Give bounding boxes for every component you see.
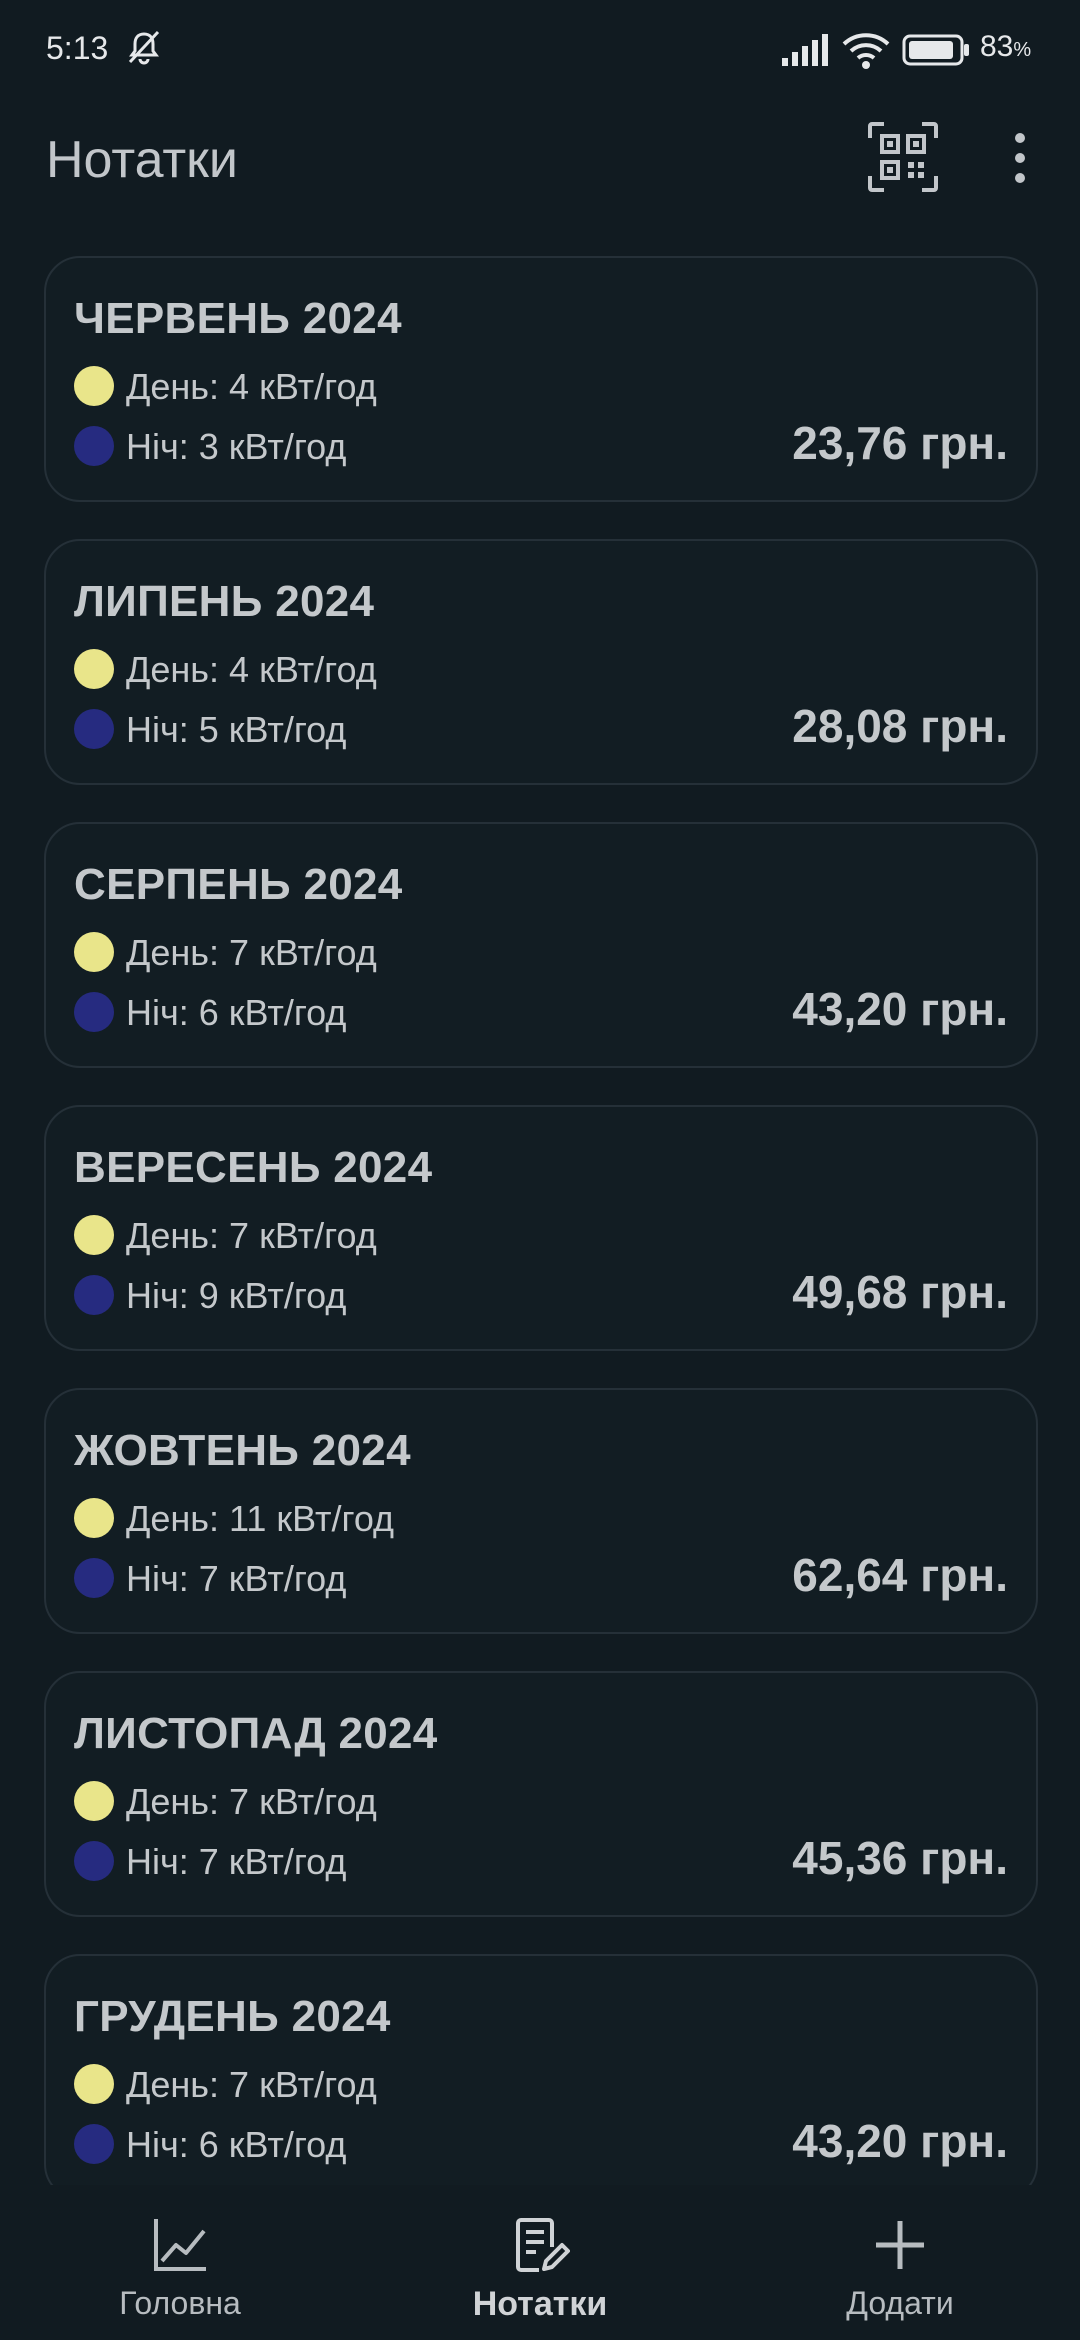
battery-level: 83%	[980, 30, 1032, 63]
nav-label-notes: Нотатки	[472, 2285, 608, 2323]
wifi-icon	[842, 33, 890, 69]
night-dot-icon	[74, 1841, 114, 1882]
note-card[interactable]: ЧЕРВЕНЬ 2024 День: 4 кВт/год Ніч: 3 кВт/…	[44, 256, 1038, 502]
notes-list: ЧЕРВЕНЬ 2024 День: 4 кВт/год Ніч: 3 кВт/…	[44, 256, 1038, 2237]
night-dot-icon	[74, 426, 114, 467]
day-dot-icon	[74, 2064, 114, 2105]
night-dot-icon	[74, 709, 114, 750]
day-usage: День: 7 кВт/год	[74, 2064, 377, 2107]
night-dot-icon	[74, 1558, 114, 1599]
day-dot-icon	[74, 932, 114, 973]
note-card[interactable]: ЛИПЕНЬ 2024 День: 4 кВт/год Ніч: 5 кВт/г…	[44, 539, 1038, 785]
note-card[interactable]: ЛИСТОПАД 2024 День: 7 кВт/год Ніч: 7 кВт…	[44, 1671, 1038, 1917]
note-total: 28,08 грн.	[792, 700, 1008, 752]
notifications-muted-icon	[128, 30, 160, 65]
note-card[interactable]: ЖОВТЕНЬ 2024 День: 11 кВт/год Ніч: 7 кВт…	[44, 1388, 1038, 1634]
night-dot-icon	[74, 1275, 114, 1316]
note-total: 62,64 грн.	[792, 1549, 1008, 1601]
signal-icon	[782, 34, 828, 66]
day-dot-icon	[74, 1215, 114, 1256]
day-usage: День: 4 кВт/год	[74, 649, 377, 692]
note-title: СЕРПЕНЬ 2024	[74, 860, 403, 909]
note-total: 43,20 грн.	[792, 2115, 1008, 2167]
note-card[interactable]: ВЕРЕСЕНЬ 2024 День: 7 кВт/год Ніч: 9 кВт…	[44, 1105, 1038, 1351]
night-dot-icon	[74, 2124, 114, 2165]
note-total: 45,36 грн.	[792, 1832, 1008, 1884]
note-title: ЛИСТОПАД 2024	[74, 1709, 438, 1758]
note-title: ЧЕРВЕНЬ 2024	[74, 294, 402, 343]
qr-code-scan-icon[interactable]	[866, 120, 940, 194]
nav-label-add: Додати	[846, 2285, 954, 2321]
day-dot-icon	[74, 366, 114, 407]
day-usage: День: 4 кВт/год	[74, 366, 377, 409]
status-bar: 5:13 83%	[0, 0, 1080, 100]
chart-line-icon	[154, 2219, 206, 2271]
page-title: Нотатки	[46, 131, 238, 189]
nav-item-notes[interactable]: Нотатки	[360, 2185, 720, 2340]
night-usage: Ніч: 7 кВт/год	[74, 1558, 346, 1601]
night-dot-icon	[74, 992, 114, 1033]
night-usage: Ніч: 3 кВт/год	[74, 426, 346, 469]
status-time: 5:13	[46, 30, 109, 66]
day-dot-icon	[74, 1498, 114, 1539]
battery-icon	[902, 34, 969, 66]
night-usage: Ніч: 7 кВт/год	[74, 1841, 346, 1884]
day-dot-icon	[74, 649, 114, 690]
night-usage: Ніч: 9 кВт/год	[74, 1275, 346, 1318]
night-usage: Ніч: 6 кВт/год	[74, 2124, 346, 2167]
note-card[interactable]: ГРУДЕНЬ 2024 День: 7 кВт/год Ніч: 6 кВт/…	[44, 1954, 1038, 2200]
note-total: 23,76 грн.	[792, 417, 1008, 469]
night-usage: Ніч: 5 кВт/год	[74, 709, 346, 752]
nav-label-home: Головна	[119, 2285, 241, 2321]
note-total: 43,20 грн.	[792, 983, 1008, 1035]
day-usage: День: 7 кВт/год	[74, 932, 377, 975]
day-usage: День: 11 кВт/год	[74, 1498, 394, 1541]
day-dot-icon	[74, 1781, 114, 1822]
note-title: ЖОВТЕНЬ 2024	[74, 1426, 411, 1475]
app-bar: Нотатки	[0, 110, 1080, 210]
note-card[interactable]: СЕРПЕНЬ 2024 День: 7 кВт/год Ніч: 6 кВт/…	[44, 822, 1038, 1068]
more-vertical-icon[interactable]	[1000, 126, 1040, 190]
note-title: ЛИПЕНЬ 2024	[74, 577, 375, 626]
nav-item-home[interactable]: Головна	[0, 2185, 360, 2340]
note-title: ГРУДЕНЬ 2024	[74, 1992, 391, 2041]
bottom-navigation: Головна Нотатки Додати	[0, 2185, 1080, 2340]
note-title: ВЕРЕСЕНЬ 2024	[74, 1143, 433, 1192]
night-usage: Ніч: 6 кВт/год	[74, 992, 346, 1035]
day-usage: День: 7 кВт/год	[74, 1215, 377, 1258]
plus-icon	[876, 2221, 924, 2269]
note-total: 49,68 грн.	[792, 1266, 1008, 1318]
note-edit-icon	[516, 2218, 570, 2272]
day-usage: День: 7 кВт/год	[74, 1781, 377, 1824]
nav-item-add[interactable]: Додати	[720, 2185, 1080, 2340]
